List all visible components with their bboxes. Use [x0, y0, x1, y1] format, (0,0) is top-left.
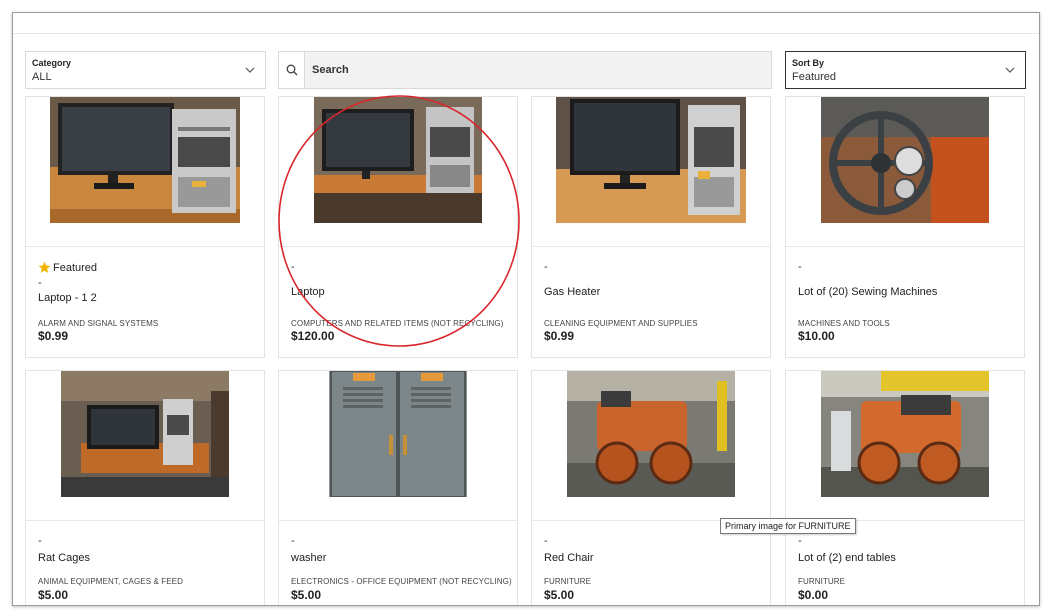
product-category: MACHINES AND TOOLS	[798, 319, 890, 328]
product-title[interactable]: Laptop - 1 2	[38, 292, 97, 304]
chevron-down-icon	[245, 67, 255, 73]
product-price: $10.00	[798, 329, 835, 343]
product-price: $5.00	[291, 588, 322, 602]
product-price: $5.00	[544, 588, 575, 602]
chevron-down-icon	[1005, 67, 1015, 73]
product-title[interactable]: Lot of (2) end tables	[798, 552, 896, 564]
product-category: FURNITURE	[798, 577, 846, 586]
product-category: ELECTRONICS - OFFICE EQUIPMENT (NOT RECY…	[291, 577, 512, 586]
search-input[interactable]: Search	[305, 52, 771, 88]
product-title[interactable]: washer	[291, 552, 326, 564]
product-card[interactable]: - Gas Heater CLEANING EQUIPMENT AND SUPP…	[531, 96, 771, 358]
product-image[interactable]	[26, 371, 264, 521]
product-image[interactable]	[279, 371, 517, 521]
browser-viewport: Category ALL Search Sort By Featured Fea…	[12, 12, 1040, 606]
product-subtitle: -	[544, 261, 548, 273]
computer-desk-photo	[556, 97, 746, 223]
product-image[interactable]	[279, 97, 517, 247]
product-title[interactable]: Rat Cages	[38, 552, 90, 564]
product-card[interactable]: Featured - Laptop - 1 2 ALARM AND SIGNAL…	[25, 96, 265, 358]
product-subtitle: -	[544, 535, 548, 547]
product-card[interactable]: - Lot of (20) Sewing Machines MACHINES A…	[785, 96, 1025, 358]
product-category: FURNITURE	[544, 577, 592, 586]
star-icon	[38, 261, 51, 273]
featured-label: Featured	[53, 261, 98, 274]
product-subtitle: -	[798, 535, 802, 547]
image-tooltip: Primary image for FURNITURE	[720, 518, 856, 534]
product-category: ALARM AND SIGNAL SYSTEMS	[38, 319, 159, 328]
product-card[interactable]: - Laptop COMPUTERS AND RELATED ITEMS (NO…	[278, 96, 518, 358]
product-title[interactable]: Laptop	[291, 286, 325, 298]
product-subtitle: -	[38, 535, 42, 547]
product-image[interactable]	[532, 97, 770, 247]
product-price: $5.00	[38, 588, 69, 602]
compactor-photo	[821, 371, 989, 497]
compactor-photo	[567, 371, 735, 497]
product-price: $120.00	[291, 329, 335, 343]
product-image[interactable]	[786, 371, 1024, 521]
product-title[interactable]: Red Chair	[544, 552, 594, 564]
computer-desk-photo	[61, 371, 229, 497]
search-button[interactable]	[279, 52, 305, 88]
category-value: ALL	[32, 71, 52, 83]
product-category: CLEANING EQUIPMENT AND SUPPLIES	[544, 319, 698, 328]
search-icon	[286, 64, 297, 76]
category-label: Category	[32, 58, 72, 68]
product-card[interactable]: - Red Chair FURNITURE $5.00	[531, 370, 771, 605]
product-category: COMPUTERS AND RELATED ITEMS (NOT RECYCLI…	[291, 319, 504, 328]
product-card[interactable]: - Rat Cages ANIMAL EQUIPMENT, CAGES & FE…	[25, 370, 265, 605]
machine-steering-photo	[821, 97, 989, 223]
product-subtitle: -	[38, 277, 42, 289]
sort-select[interactable]: Sort By Featured	[785, 51, 1026, 89]
product-price: $0.99	[38, 329, 69, 343]
product-image[interactable]	[26, 97, 264, 247]
header-divider	[13, 33, 1039, 34]
product-category: ANIMAL EQUIPMENT, CAGES & FEED	[38, 577, 183, 586]
product-price: $0.00	[798, 588, 829, 602]
product-subtitle: -	[798, 261, 802, 273]
product-price: $0.99	[544, 329, 575, 343]
product-subtitle: -	[291, 261, 295, 273]
search-box[interactable]: Search	[278, 51, 772, 89]
product-subtitle: -	[291, 535, 295, 547]
product-title[interactable]: Lot of (20) Sewing Machines	[798, 286, 937, 298]
product-image[interactable]	[532, 371, 770, 521]
featured-badge: Featured	[38, 261, 97, 274]
product-image[interactable]	[786, 97, 1024, 247]
lockers-photo	[329, 371, 467, 497]
category-select[interactable]: Category ALL	[25, 51, 266, 89]
product-title[interactable]: Gas Heater	[544, 286, 600, 298]
computer-desk-photo	[50, 97, 240, 223]
product-card[interactable]: - Lot of (2) end tables FURNITURE $0.00	[785, 370, 1025, 605]
computer-desk-photo	[314, 97, 482, 223]
product-card[interactable]: - washer ELECTRONICS - OFFICE EQUIPMENT …	[278, 370, 518, 605]
sort-label: Sort By	[792, 58, 825, 68]
sort-value: Featured	[792, 71, 837, 83]
